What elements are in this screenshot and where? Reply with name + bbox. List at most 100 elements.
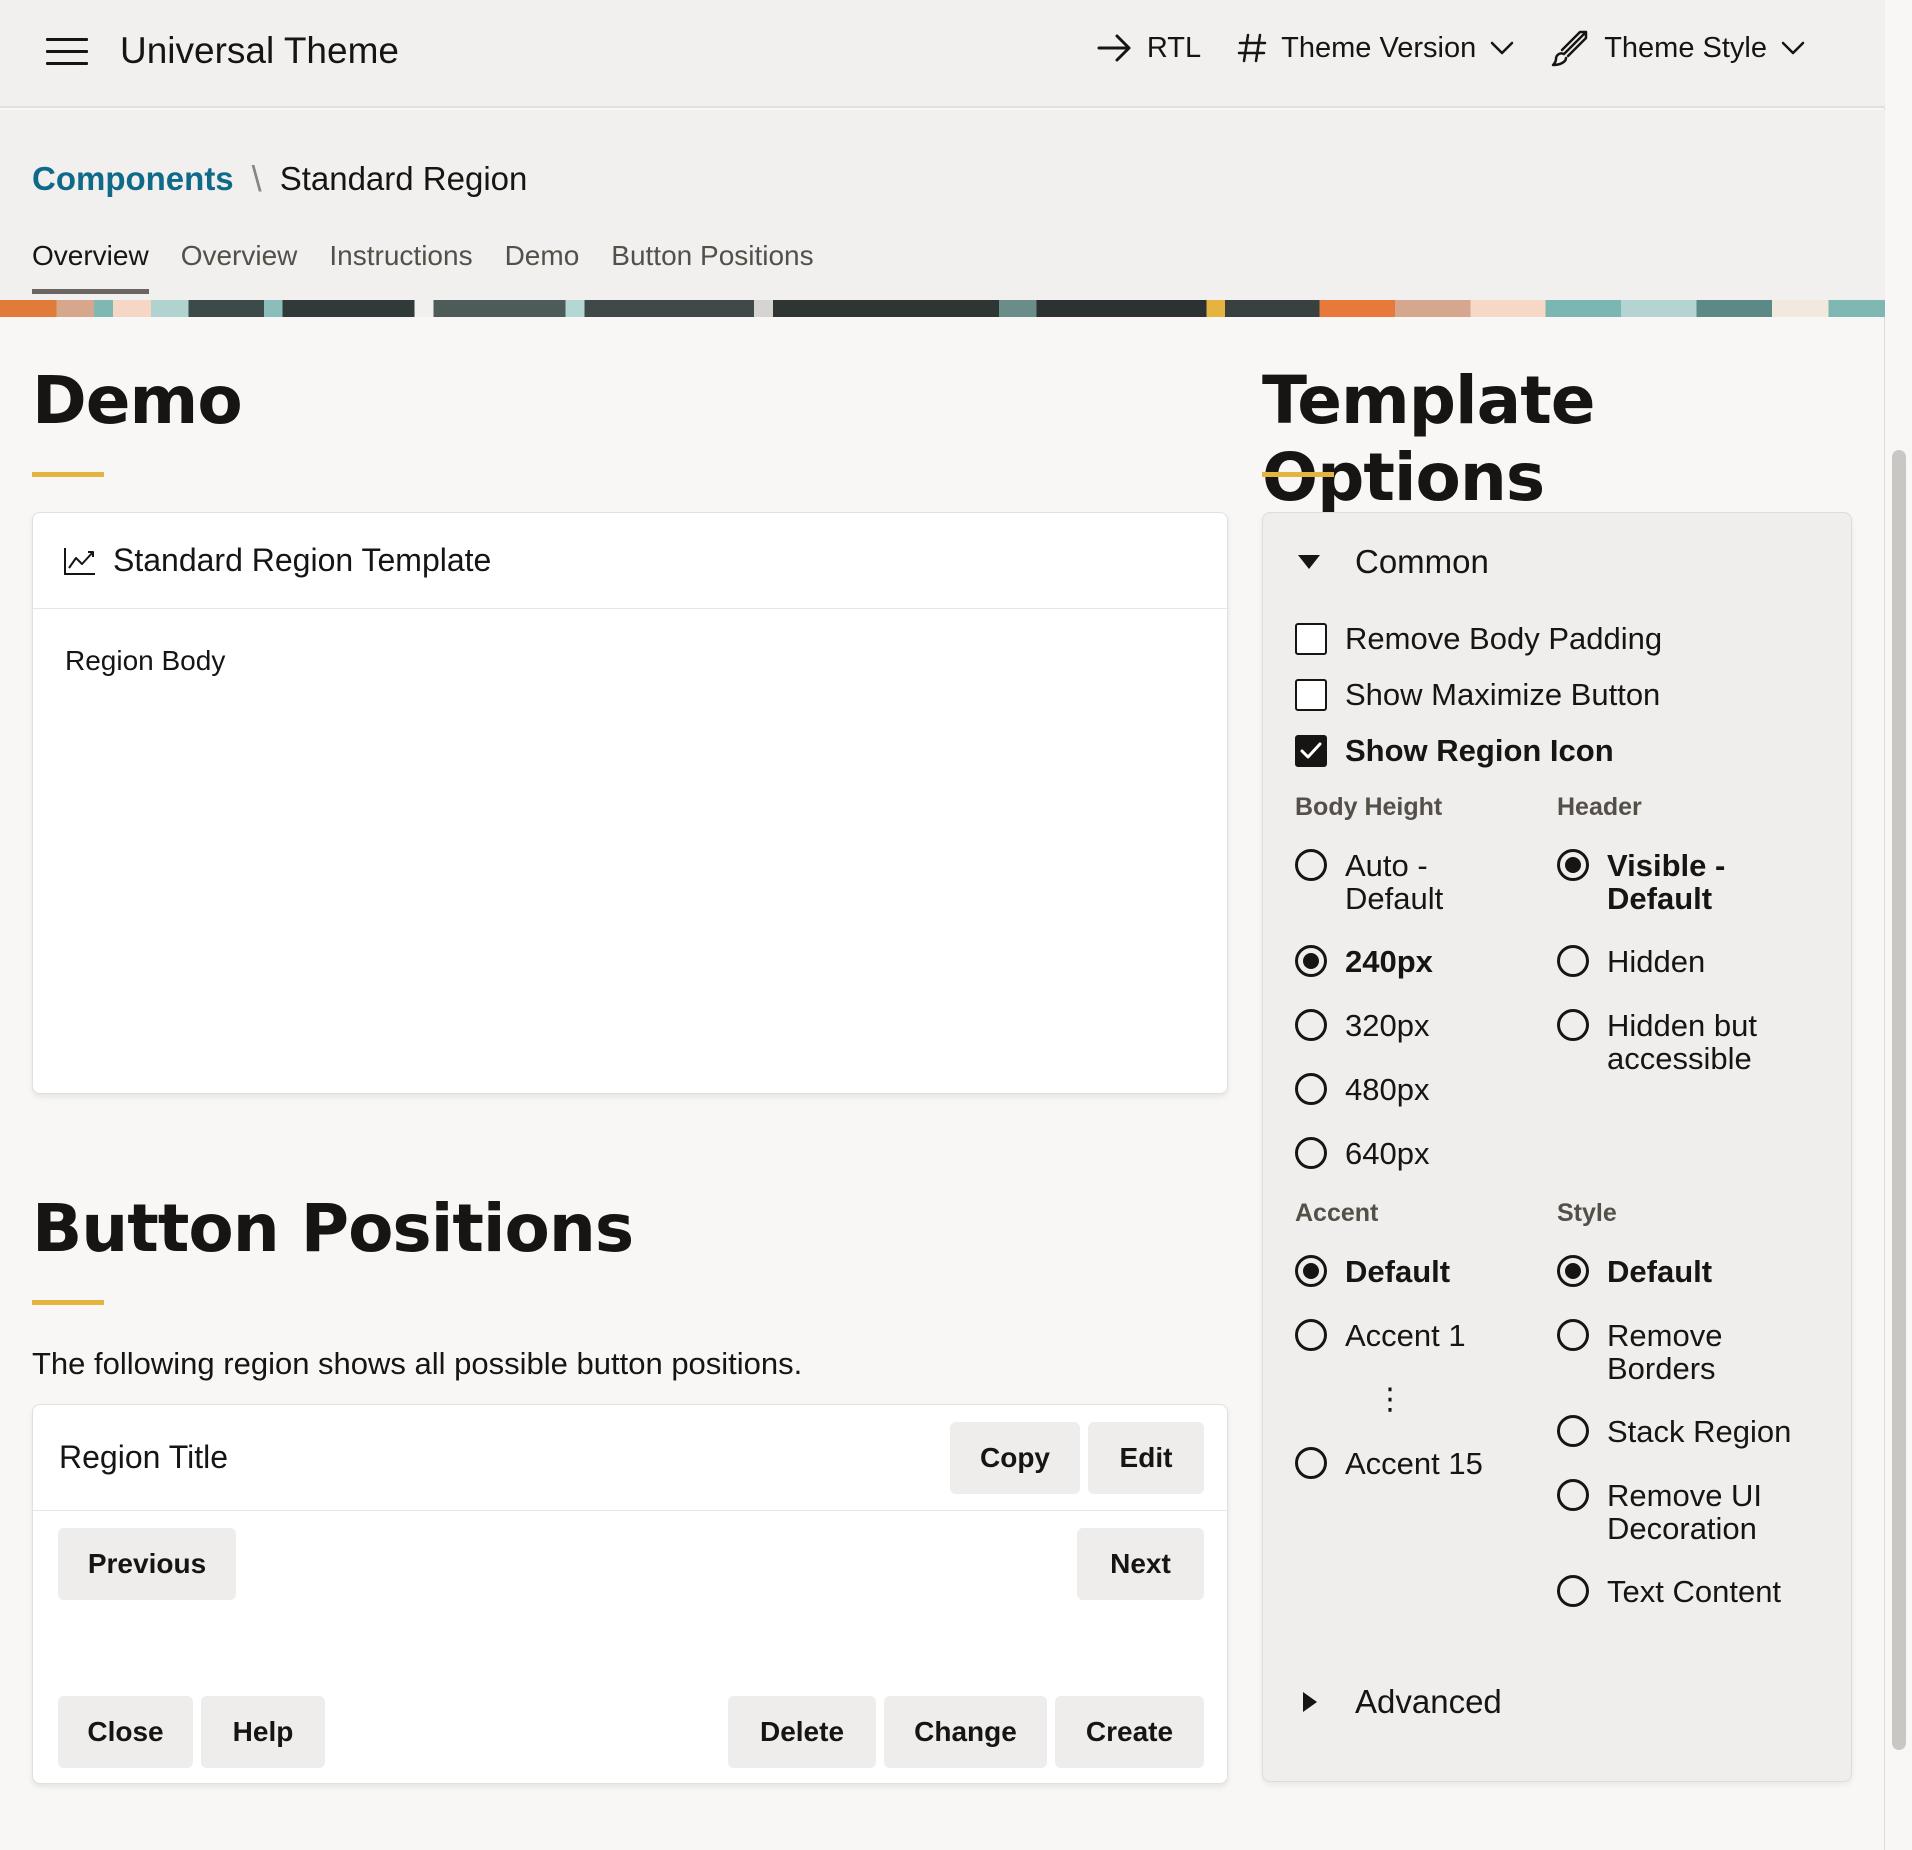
header-visible-option[interactable]: Visible - Default (1557, 849, 1797, 915)
vertical-scrollbar[interactable] (1892, 450, 1906, 1750)
top-bar: Universal Theme RTL Theme Version Theme … (0, 0, 1885, 108)
demo-heading: Demo (32, 362, 243, 439)
body-height-240-option[interactable]: 240px (1295, 945, 1433, 978)
tab-instructions[interactable]: Instructions (329, 240, 472, 294)
body-height-auto-option[interactable]: Auto - Default (1295, 849, 1525, 915)
template-options-accent-bar (1262, 472, 1334, 477)
show-region-icon-option[interactable]: Show Region Icon (1295, 733, 1614, 769)
checkbox-label: Show Region Icon (1345, 733, 1614, 768)
theme-style-label: Theme Style (1604, 31, 1767, 64)
radio-button[interactable] (1295, 1319, 1327, 1351)
radio-label: 240px (1345, 944, 1433, 979)
common-group-toggle[interactable]: Common (1297, 543, 1489, 581)
radio-label: Visible - Default (1607, 848, 1726, 916)
radio-button-selected[interactable] (1295, 945, 1327, 977)
page-header: Components \ Standard Region Overview Ov… (0, 110, 1885, 317)
delete-button[interactable]: Delete (728, 1696, 876, 1768)
radio-button[interactable] (1557, 1009, 1589, 1041)
radio-label: Hidden but accessible (1607, 1008, 1757, 1076)
app-window: Universal Theme RTL Theme Version Theme … (0, 0, 1885, 1850)
radio-button-selected[interactable] (1557, 849, 1589, 881)
body-height-640-option[interactable]: 640px (1295, 1137, 1429, 1170)
radio-button[interactable] (1295, 1073, 1327, 1105)
breadcrumb-current: Standard Region (279, 160, 528, 197)
radio-button[interactable] (1557, 1319, 1589, 1351)
radio-button[interactable] (1295, 1447, 1327, 1479)
tab-button-positions[interactable]: Button Positions (611, 240, 813, 294)
accent-default-option[interactable]: Default (1295, 1255, 1450, 1288)
style-stack-region-option[interactable]: Stack Region (1557, 1415, 1791, 1448)
top-actions: RTL Theme Version Theme Style (1097, 28, 1805, 68)
copy-button[interactable]: Copy (950, 1422, 1080, 1494)
rtl-button[interactable]: RTL (1097, 32, 1201, 65)
accent-15-option[interactable]: Accent 15 (1295, 1447, 1483, 1480)
radio-button[interactable] (1557, 945, 1589, 977)
edit-button[interactable]: Edit (1088, 1422, 1204, 1494)
hash-icon (1237, 33, 1267, 63)
breadcrumb-separator: \ (251, 158, 262, 199)
button-positions-accent-bar (32, 1300, 104, 1305)
app-title: Universal Theme (120, 30, 399, 71)
radio-label: Remove UI Decoration (1607, 1478, 1763, 1546)
radio-button[interactable] (1295, 1009, 1327, 1041)
chevron-down-icon (1490, 41, 1514, 55)
style-text-content-option[interactable]: Text Content (1557, 1575, 1781, 1608)
decorative-banner (0, 300, 1885, 317)
breadcrumb-components-link[interactable]: Components (32, 160, 234, 198)
header-hidden-option[interactable]: Hidden (1557, 945, 1705, 978)
body-height-480-option[interactable]: 480px (1295, 1073, 1429, 1106)
show-maximize-button-checkbox[interactable] (1295, 679, 1327, 711)
style-remove-borders-option[interactable]: Remove Borders (1557, 1319, 1757, 1385)
checkbox-label: Remove Body Padding (1345, 621, 1663, 656)
show-maximize-button-option[interactable]: Show Maximize Button (1295, 677, 1660, 713)
radio-label: Remove Borders (1607, 1318, 1723, 1386)
radio-label: 640px (1345, 1136, 1430, 1171)
radio-button[interactable] (1557, 1479, 1589, 1511)
button-positions-description: The following region shows all possible … (32, 1346, 803, 1381)
radio-label: 320px (1345, 1008, 1430, 1043)
remove-body-padding-checkbox[interactable] (1295, 623, 1327, 655)
radio-label: Text Content (1607, 1574, 1782, 1609)
tab-overview[interactable]: Overview (181, 240, 298, 294)
radio-label: Stack Region (1607, 1414, 1792, 1449)
change-button[interactable]: Change (884, 1696, 1047, 1768)
template-options-heading: Template Options (1262, 362, 1596, 516)
caret-right-icon (1303, 1692, 1317, 1712)
radio-button[interactable] (1295, 1137, 1327, 1169)
style-remove-ui-decoration-option[interactable]: Remove UI Decoration (1557, 1479, 1787, 1545)
brush-icon (1551, 30, 1588, 67)
tab-demo[interactable]: Demo (505, 240, 580, 294)
advanced-group-toggle[interactable]: Advanced (1297, 1683, 1502, 1721)
radio-button[interactable] (1557, 1575, 1589, 1607)
checkbox-label: Show Maximize Button (1345, 677, 1661, 712)
create-button[interactable]: Create (1055, 1696, 1204, 1768)
close-button[interactable]: Close (58, 1696, 193, 1768)
theme-style-menu[interactable]: Theme Style (1550, 28, 1805, 68)
radio-button-selected[interactable] (1557, 1255, 1589, 1287)
radio-label: Hidden (1607, 944, 1706, 979)
menu-icon[interactable] (46, 38, 88, 68)
radio-label: Auto - Default (1345, 848, 1444, 916)
next-button[interactable]: Next (1077, 1528, 1204, 1600)
help-button[interactable]: Help (201, 1696, 325, 1768)
tab-overview-active[interactable]: Overview (32, 240, 149, 294)
rtl-label: RTL (1146, 31, 1202, 64)
body-height-320-option[interactable]: 320px (1295, 1009, 1429, 1042)
region-header: Standard Region Template (33, 513, 1227, 609)
theme-version-label: Theme Version (1281, 31, 1477, 64)
demo-accent-bar (32, 472, 104, 477)
radio-button[interactable] (1295, 849, 1327, 881)
tab-bar: Overview Overview Instructions Demo Butt… (32, 240, 814, 294)
radio-button-selected[interactable] (1295, 1255, 1327, 1287)
style-default-option[interactable]: Default (1557, 1255, 1712, 1288)
remove-body-padding-option[interactable]: Remove Body Padding (1295, 621, 1662, 657)
theme-version-menu[interactable]: Theme Version (1237, 32, 1514, 65)
accent-1-option[interactable]: Accent 1 (1295, 1319, 1466, 1352)
show-region-icon-checkbox[interactable] (1295, 735, 1327, 767)
radio-button[interactable] (1557, 1415, 1589, 1447)
header-hidden-accessible-option[interactable]: Hidden but accessible (1557, 1009, 1797, 1075)
body-height-label: Body Height (1295, 793, 1443, 821)
template-options-panel: Common Remove Body Padding Show Maximize… (1262, 512, 1852, 1782)
previous-button[interactable]: Previous (58, 1528, 236, 1600)
region-title: Standard Region Template (113, 542, 492, 578)
